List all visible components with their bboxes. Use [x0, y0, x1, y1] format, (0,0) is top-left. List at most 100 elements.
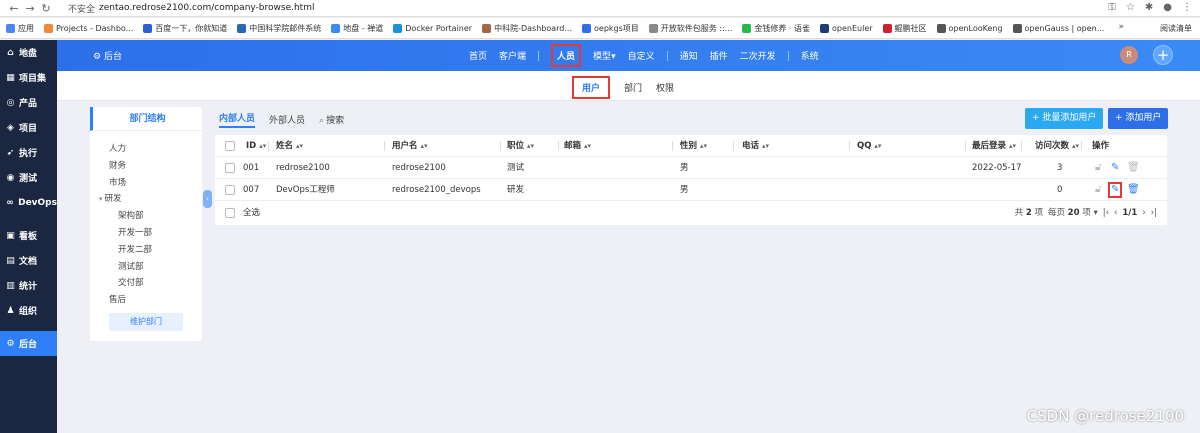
add-user-button[interactable]: + 添加用户: [1108, 108, 1169, 129]
dept-tree-node[interactable]: 人力: [109, 141, 202, 158]
bookmark-item[interactable]: oepkgs项目: [582, 23, 639, 34]
brand[interactable]: ⚙ 后台: [93, 49, 122, 62]
dept-tree-node[interactable]: 市场: [109, 175, 202, 192]
key-icon[interactable]: ⚿: [1108, 2, 1116, 13]
bookmark-item[interactable]: 应用: [6, 23, 34, 34]
search-toggle[interactable]: ⌕ 搜索: [319, 113, 344, 126]
tab-external[interactable]: 外部人员: [269, 113, 305, 126]
expand-caret-icon[interactable]: ▾: [99, 195, 103, 203]
reading-list-button[interactable]: 阅读清单: [1160, 23, 1192, 34]
prev-page-icon[interactable]: ‹: [1114, 202, 1117, 224]
menu-item[interactable]: 通知: [680, 49, 698, 62]
col-qq[interactable]: QQ ▴▾: [857, 135, 881, 157]
bookmark-item[interactable]: 地盘 - 禅道: [331, 23, 383, 34]
first-page-icon[interactable]: |‹: [1103, 202, 1109, 224]
reload-icon[interactable]: ↻: [38, 2, 54, 15]
sidebar-item-kanban[interactable]: ▣ 看板: [0, 223, 57, 248]
col-last-login[interactable]: 最后登录 ▴▾: [972, 135, 1016, 157]
bookmark-item[interactable]: 开放软件包服务 ::...: [648, 23, 732, 34]
row-checkbox[interactable]: [225, 185, 235, 195]
menu-item[interactable]: 二次开发: [740, 49, 776, 62]
select-all-label[interactable]: 全选: [243, 202, 260, 224]
dept-tree-node[interactable]: 售后: [109, 292, 202, 309]
sidebar-item-admin[interactable]: ⚙ 后台: [0, 331, 57, 356]
menu-item[interactable]: 人员: [551, 44, 582, 67]
url-field[interactable]: zentao.redrose2100.com/company-browse.ht…: [99, 3, 314, 13]
last-page-icon[interactable]: ›|: [1151, 202, 1157, 224]
col-gender[interactable]: 性别 ▴▾: [680, 135, 707, 157]
bookmark-item[interactable]: Docker Portainer: [393, 23, 472, 33]
dept-tree-node[interactable]: 财务: [109, 158, 202, 175]
subnav-tab[interactable]: 用户: [572, 76, 611, 99]
col-name[interactable]: 姓名 ▴▾: [276, 135, 303, 157]
sidebar-item-org[interactable]: ♟ 组织: [0, 298, 57, 323]
menu-item[interactable]: 系统: [801, 49, 819, 62]
batch-add-user-button[interactable]: + 批量添加用户: [1025, 108, 1104, 129]
bookmarks-more-icon[interactable]: »: [1118, 22, 1124, 32]
col-id[interactable]: ID ▴▾: [246, 135, 266, 157]
bookmark-item[interactable]: openGauss | open...: [1012, 23, 1104, 33]
sidebar-item-product[interactable]: ◎ 产品: [0, 90, 57, 115]
page-size-select[interactable]: 每页 20 项 ▾: [1048, 202, 1098, 224]
menu-item[interactable]: 首页: [469, 49, 487, 62]
cell-name[interactable]: redrose2100: [276, 157, 330, 179]
menu-item[interactable]: 插件: [710, 49, 728, 62]
dept-tree-node[interactable]: 交付部: [109, 275, 202, 292]
collapse-panel-button[interactable]: ‹: [203, 190, 212, 208]
maintain-dept-button[interactable]: 维护部门: [109, 313, 183, 331]
bookmark-item[interactable]: 百度一下，你就知道: [143, 23, 227, 34]
menu-item[interactable]: 模型▾: [593, 49, 616, 62]
table-row[interactable]: 007 DevOps工程师 redrose2100_devops 研发 男 0 …: [215, 179, 1167, 201]
avatar[interactable]: R: [1120, 46, 1138, 64]
table-row[interactable]: 001 redrose2100 redrose2100 测试 男 2022-05…: [215, 157, 1167, 179]
menu-item-label: 首页: [469, 52, 488, 62]
back-icon[interactable]: ←: [6, 2, 22, 15]
bookmark-item[interactable]: Projects - Dashbo...: [44, 23, 133, 33]
edit-icon[interactable]: ✎: [1111, 162, 1119, 173]
subnav-tab[interactable]: 权限: [656, 81, 674, 94]
insecure-badge[interactable]: 不安全: [68, 2, 95, 15]
cell-name[interactable]: DevOps工程师: [276, 179, 335, 201]
sidebar-item-doc[interactable]: ▤ 文档: [0, 248, 57, 273]
menu-item[interactable]: 客户端: [499, 49, 526, 62]
bookmark-item[interactable]: 中国科学院邮件系统: [237, 23, 321, 34]
select-all-checkbox[interactable]: [225, 208, 235, 218]
header-checkbox[interactable]: [225, 141, 235, 151]
star-icon[interactable]: ☆: [1126, 2, 1135, 13]
row-checkbox[interactable]: [225, 163, 235, 173]
dept-tree-node[interactable]: ▾ 研发: [99, 191, 202, 208]
bookmark-item[interactable]: 金钱修养 · 语雀: [742, 23, 810, 34]
dept-tree-node[interactable]: 测试部: [109, 259, 202, 276]
sidebar-item-home[interactable]: ⌂ 地盘: [0, 40, 57, 65]
sidebar-item-execution[interactable]: ➹ 执行: [0, 140, 57, 165]
sidebar-item-test[interactable]: ◉ 测试: [0, 165, 57, 190]
col-role[interactable]: 职位 ▴▾: [507, 135, 534, 157]
edit-icon[interactable]: ✎: [1108, 182, 1123, 198]
sidebar-item-label: 统计: [19, 282, 38, 292]
bookmark-item[interactable]: 鲲鹏社区: [882, 23, 927, 34]
col-visits[interactable]: 访问次数 ▴▾: [1035, 135, 1079, 157]
dept-tree-node[interactable]: 开发二部: [109, 242, 202, 259]
kebab-menu-icon[interactable]: ⋮: [1182, 2, 1192, 13]
sidebar-item-project[interactable]: ◈ 项目: [0, 115, 57, 140]
sidebar-item-devops[interactable]: ∞ DevOps: [0, 190, 57, 215]
bookmark-item[interactable]: openEuler: [820, 23, 873, 33]
dept-tree-node[interactable]: 架构部: [109, 208, 202, 225]
col-phone[interactable]: 电话 ▴▾: [742, 135, 769, 157]
dept-tree-node[interactable]: 开发一部: [109, 225, 202, 242]
bookmark-item[interactable]: openLooKeng: [936, 23, 1003, 33]
extension-icon[interactable]: ✱: [1145, 2, 1153, 13]
bookmark-item[interactable]: 中科院-Dashboard...: [482, 23, 572, 34]
delete-icon[interactable]: 🗑︎: [1127, 184, 1140, 195]
quick-create-button[interactable]: +: [1153, 45, 1173, 65]
sidebar-item-program[interactable]: ▦ 项目集: [0, 65, 57, 90]
profile-icon[interactable]: ●: [1163, 2, 1172, 13]
menu-item[interactable]: 自定义: [628, 49, 655, 62]
col-account[interactable]: 用户名 ▴▾: [392, 135, 428, 157]
forward-icon[interactable]: →: [22, 2, 38, 15]
tab-internal[interactable]: 内部人员: [219, 111, 256, 128]
next-page-icon[interactable]: ›: [1142, 202, 1145, 224]
sidebar-item-stats[interactable]: ▥ 统计: [0, 273, 57, 298]
subnav-tab[interactable]: 部门: [624, 81, 642, 94]
col-email[interactable]: 邮箱 ▴▾: [564, 135, 591, 157]
